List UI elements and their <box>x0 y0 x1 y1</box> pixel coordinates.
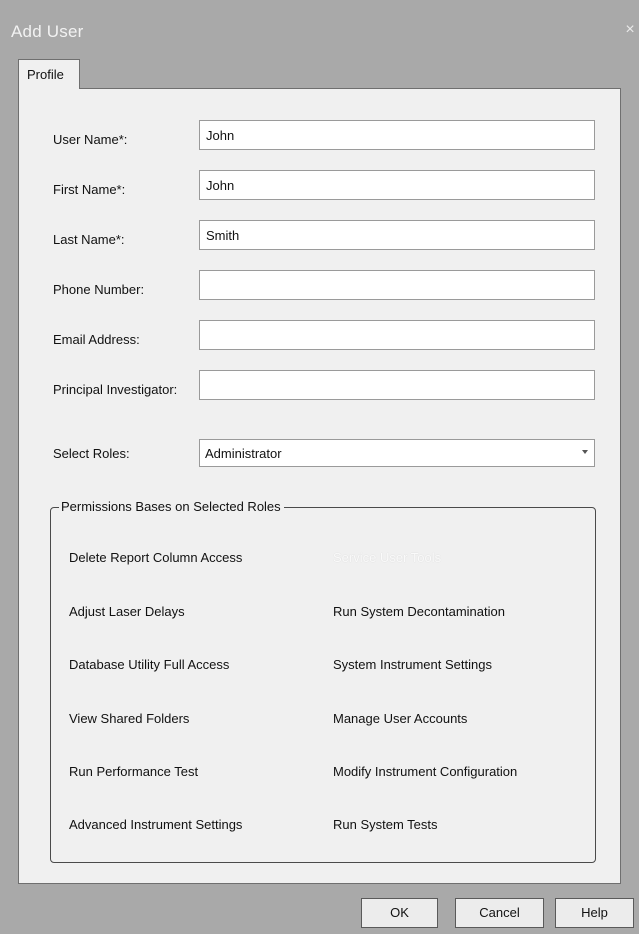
help-button[interactable]: Help <box>555 898 634 928</box>
last-name-label: Last Name*: <box>53 232 125 247</box>
last-name-field[interactable] <box>199 220 595 250</box>
phone-number-label: Phone Number: <box>53 282 145 297</box>
permission-database-utility-full-access: Database Utility Full Access <box>69 657 230 672</box>
permission-modify-instrument-configuration: Modify Instrument Configuration <box>333 764 518 779</box>
ok-button[interactable]: OK <box>361 898 438 928</box>
dialog-footer: OK Cancel Help <box>0 884 639 934</box>
permission-service-user-tools: Service User Tools <box>333 550 442 565</box>
principal-investigator-field[interactable] <box>199 370 595 400</box>
permission-run-system-tests: Run System Tests <box>333 817 438 832</box>
profile-panel: User Name*: First Name*: Last Name*: Pho… <box>18 88 621 884</box>
permission-run-system-decontamination: Run System Decontamination <box>333 604 505 619</box>
title-bar[interactable]: Add User × <box>0 14 639 52</box>
close-icon[interactable]: × <box>623 20 637 40</box>
permissions-group-title: Permissions Bases on Selected Roles <box>59 499 284 514</box>
permission-delete-report-column-access: Delete Report Column Access <box>69 550 243 565</box>
user-name-field[interactable] <box>199 120 595 150</box>
window-title: Add User <box>11 22 84 41</box>
email-address-field[interactable] <box>199 320 595 350</box>
permission-run-performance-test: Run Performance Test <box>69 764 199 779</box>
add-user-dialog: Add User × Profile User Name*: First Nam… <box>0 0 639 934</box>
tab-profile[interactable]: Profile <box>18 59 80 89</box>
permission-adjust-laser-delays: Adjust Laser Delays <box>69 604 185 619</box>
first-name-field[interactable] <box>199 170 595 200</box>
tab-profile-label: Profile <box>27 67 64 82</box>
permission-view-shared-folders: View Shared Folders <box>69 711 190 726</box>
cancel-button[interactable]: Cancel <box>455 898 544 928</box>
select-roles-label: Select Roles: <box>53 446 130 461</box>
chevron-down-icon[interactable] <box>582 450 588 454</box>
phone-number-field[interactable] <box>199 270 595 300</box>
email-address-label: Email Address: <box>53 332 140 347</box>
permission-system-instrument-settings: System Instrument Settings <box>333 657 492 672</box>
roles-dropdown[interactable]: Administrator <box>199 439 595 467</box>
roles-selected-value: Administrator <box>205 446 282 461</box>
first-name-label: First Name*: <box>53 182 126 197</box>
permissions-group: Permissions Bases on Selected Roles Dele… <box>50 499 596 863</box>
permission-manage-user-accounts: Manage User Accounts <box>333 711 468 726</box>
permission-advanced-instrument-settings: Advanced Instrument Settings <box>69 817 243 832</box>
user-name-label: User Name*: <box>53 132 128 147</box>
principal-investigator-label: Principal Investigator: <box>53 382 178 397</box>
